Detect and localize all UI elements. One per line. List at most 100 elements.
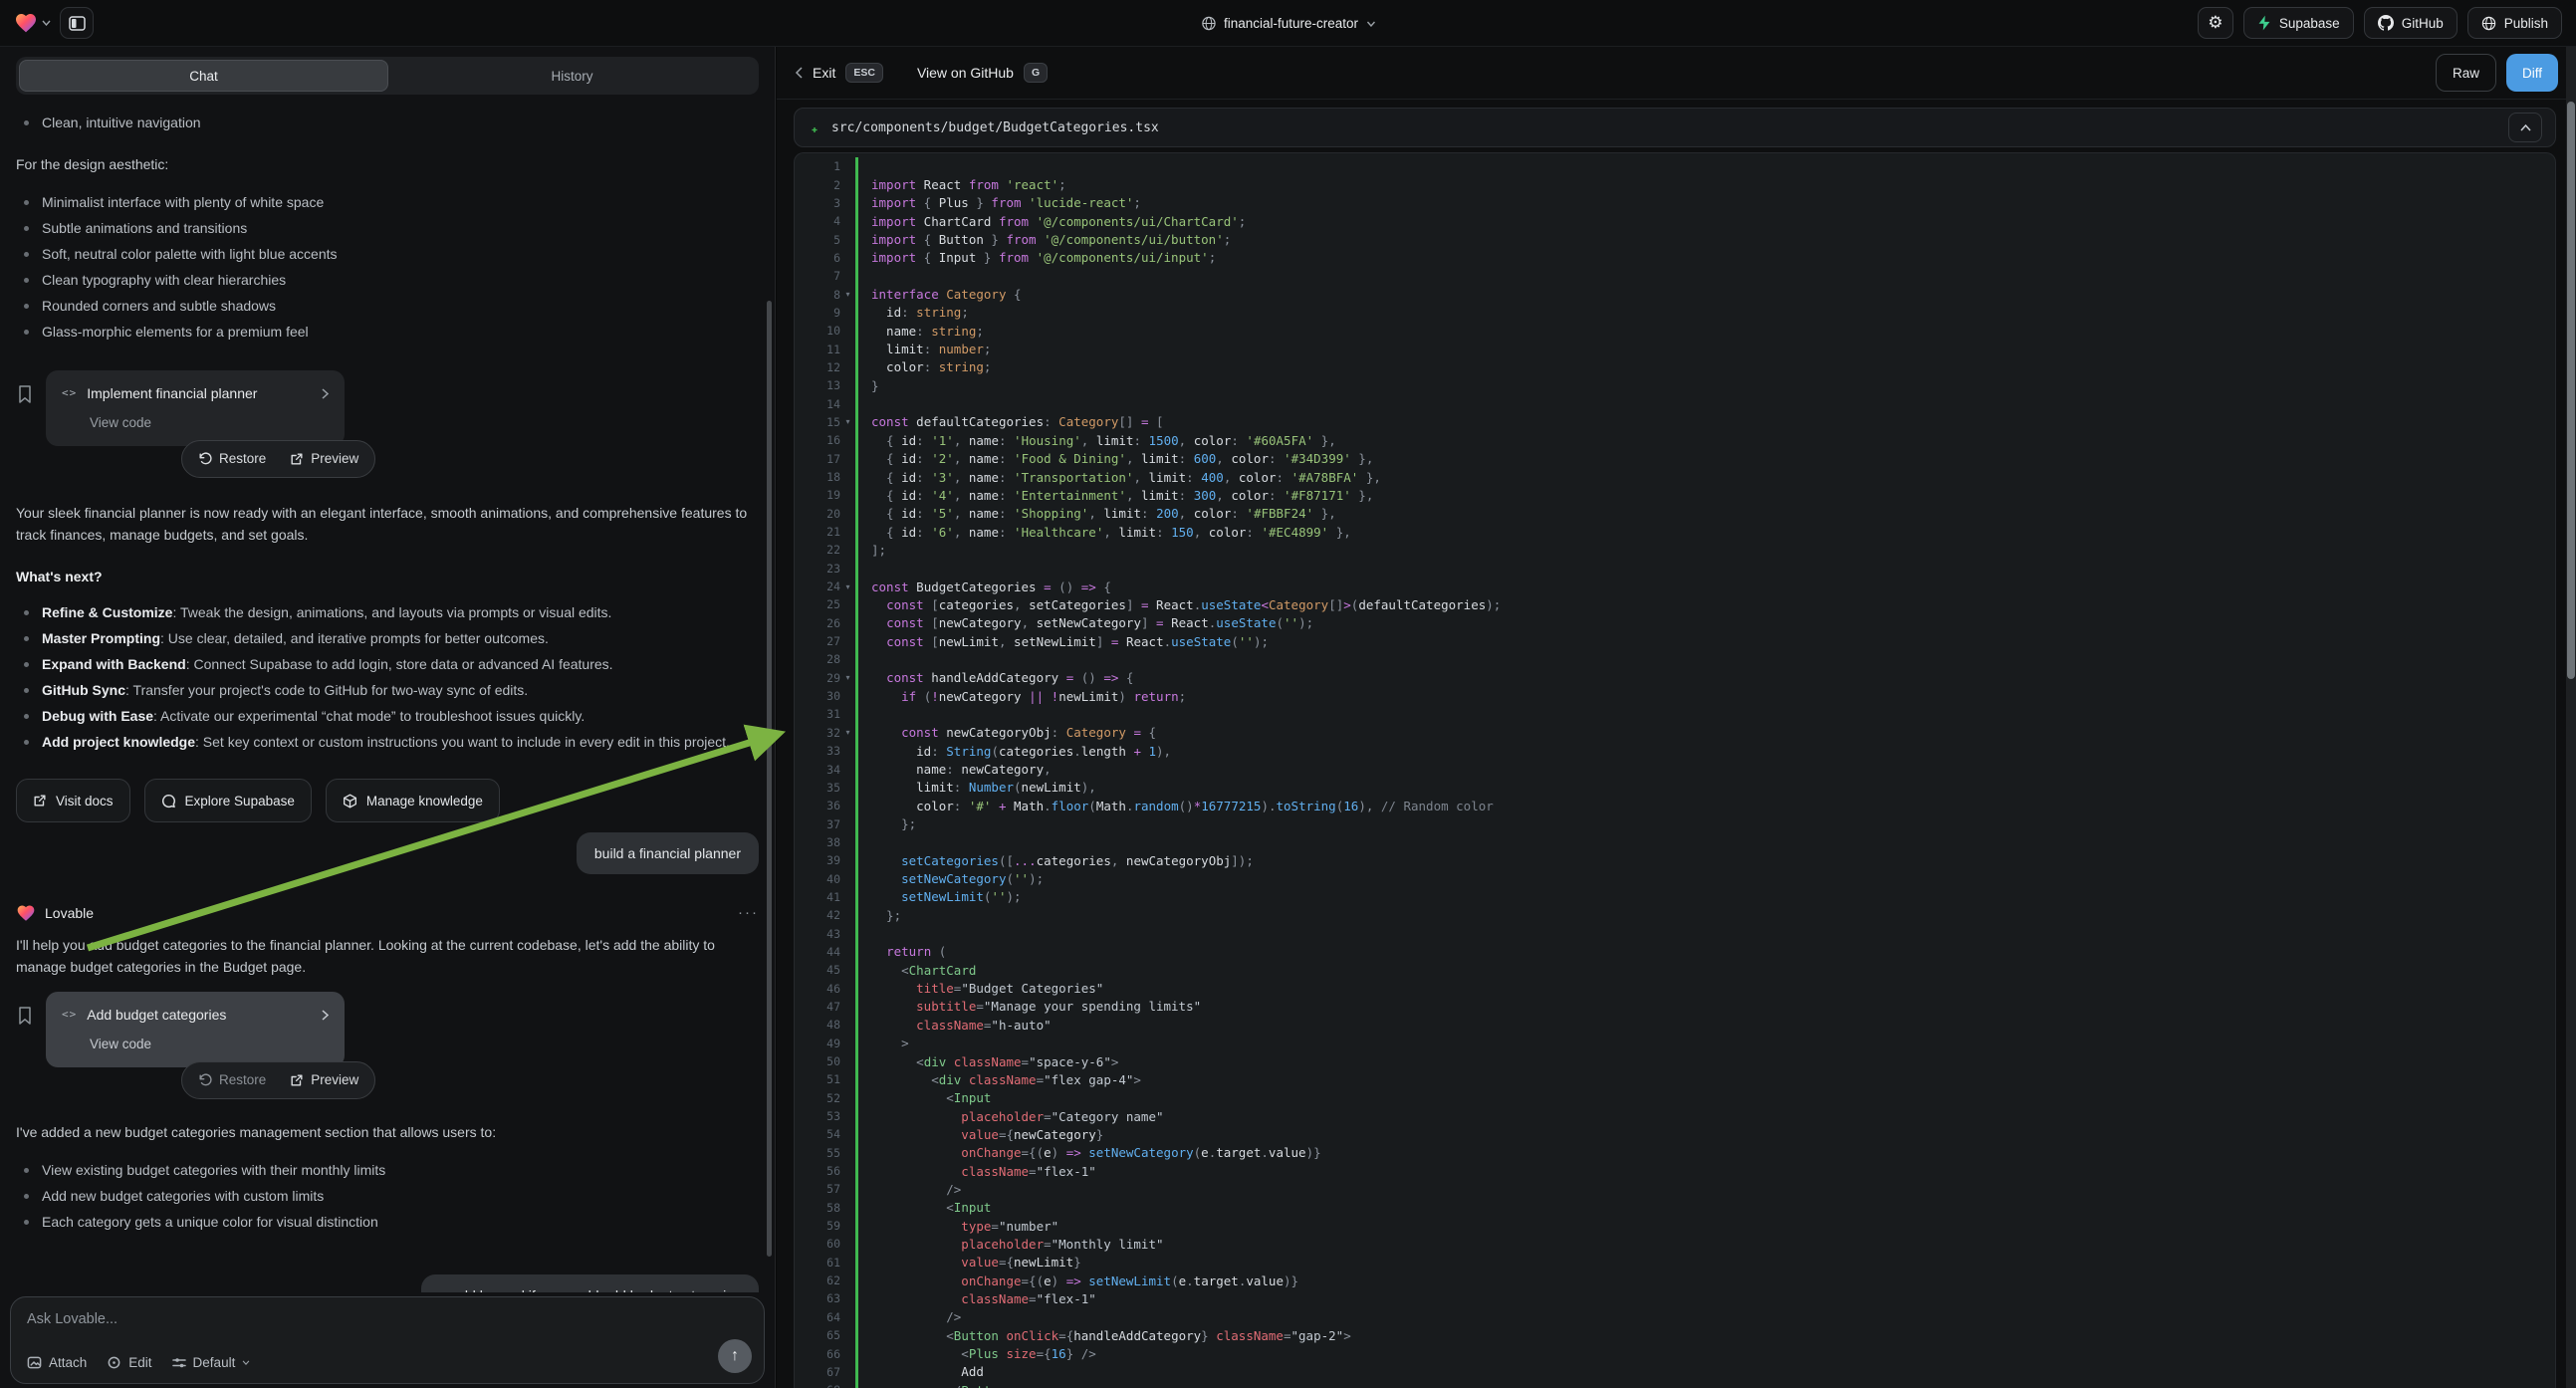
preview-button[interactable]: Preview <box>290 448 358 470</box>
added-file-icon <box>808 119 821 136</box>
bookmark-icon <box>16 384 34 404</box>
arrow-up-icon: ↑ <box>731 1347 739 1365</box>
gear-icon: ⚙ <box>2208 13 2223 33</box>
code-line: 10 name: string; <box>795 322 2555 340</box>
code-line: 51 <div className="flex gap-4"> <box>795 1070 2555 1088</box>
panel-toggle-icon <box>69 16 86 31</box>
project-name: financial-future-creator <box>1224 16 1358 31</box>
version-card-implement-financial-planner[interactable]: <> Implement financial planner View code <box>46 370 345 446</box>
bullet-item: Rounded corners and subtle shadows <box>16 293 759 319</box>
project-switcher[interactable]: financial-future-creator <box>1201 0 1375 47</box>
code-line: 15▾const defaultCategories: Category[] =… <box>795 413 2555 431</box>
chat-history-tabs: Chat History <box>16 57 759 95</box>
bullet-item: Glass-morphic elements for a premium fee… <box>16 319 759 345</box>
code-line: 59 type="number" <box>795 1217 2555 1235</box>
bullet-item: View existing budget categories with the… <box>16 1157 759 1183</box>
composer[interactable]: Ask Lovable... Attach Edit <box>10 1296 765 1384</box>
chevron-right-icon <box>322 1010 329 1021</box>
user-message: would be cool if you could add budget ca… <box>421 1274 759 1292</box>
send-button[interactable]: ↑ <box>718 1339 752 1373</box>
version-card-title: Add budget categories <box>87 1004 226 1026</box>
attach-button[interactable]: Attach <box>27 1355 87 1370</box>
code-line: 33 id: String(categories.length + 1), <box>795 742 2555 760</box>
manage-knowledge-label: Manage knowledge <box>366 794 483 809</box>
edit-button-label: Edit <box>128 1355 151 1370</box>
supabase-icon <box>2257 15 2271 31</box>
restore-button[interactable]: Restore <box>198 448 266 470</box>
code-line: 37 }; <box>795 814 2555 832</box>
window-scrollbar-thumb[interactable] <box>2567 102 2575 679</box>
publish-button[interactable]: Publish <box>2467 7 2562 39</box>
explore-supabase-button[interactable]: Explore Supabase <box>144 779 312 822</box>
version-card-add-budget-categories[interactable]: <> Add budget categories View code <box>46 992 345 1067</box>
code-line: 12 color: string; <box>795 358 2555 376</box>
code-line: 35 limit: Number(newLimit), <box>795 779 2555 797</box>
exit-button[interactable]: Exit <box>813 65 835 81</box>
restore-button-label: Restore <box>219 448 266 470</box>
code-line: 54 value={newCategory} <box>795 1125 2555 1143</box>
code-line: 8▾interface Category { <box>795 285 2555 303</box>
code-line: 13} <box>795 376 2555 394</box>
publish-button-label: Publish <box>2504 16 2548 31</box>
code-line: 19 { id: '4', name: 'Entertainment', lim… <box>795 486 2555 504</box>
whats-next-heading: What's next? <box>16 566 759 587</box>
code-line: 36 color: '#' + Math.floor(Math.random()… <box>795 797 2555 814</box>
code-line: 65 <Button onClick={handleAddCategory} c… <box>795 1326 2555 1344</box>
globe-icon <box>1201 16 1216 31</box>
bullet-item: Master Prompting: Use clear, detailed, a… <box>16 625 759 651</box>
code-line: 18 { id: '3', name: 'Transportation', li… <box>795 468 2555 486</box>
settings-button[interactable]: ⚙ <box>2198 7 2233 39</box>
restore-button[interactable]: Restore <box>198 1069 266 1091</box>
design-bullet-list: Minimalist interface with plenty of whit… <box>16 189 759 345</box>
chevron-left-icon <box>795 67 803 79</box>
more-options-icon[interactable]: ··· <box>738 902 759 924</box>
restore-icon <box>198 1073 212 1087</box>
tab-chat[interactable]: Chat <box>19 60 388 92</box>
bullet-item: Expand with Backend: Connect Supabase to… <box>16 651 759 677</box>
bullet-item: Minimalist interface with plenty of whit… <box>16 189 759 215</box>
lovable-heart-icon <box>14 11 38 35</box>
version-card-title: Implement financial planner <box>87 382 257 404</box>
view-on-github-button[interactable]: View on GitHub <box>917 65 1014 81</box>
code-line: 45 <ChartCard <box>795 961 2555 979</box>
assistant-paragraph: I'll help you add budget categories to t… <box>16 934 755 978</box>
attach-button-label: Attach <box>49 1355 87 1370</box>
file-path-bar[interactable]: src/components/budget/BudgetCategories.t… <box>794 108 2556 147</box>
user-message: build a financial planner <box>577 832 759 874</box>
tab-history[interactable]: History <box>388 60 756 92</box>
lovable-logo-menu[interactable] <box>14 11 51 35</box>
bullet-item: Soft, neutral color palette with light b… <box>16 241 759 267</box>
composer-input[interactable]: Ask Lovable... <box>27 1311 748 1327</box>
diff-button[interactable]: Diff <box>2506 54 2558 92</box>
view-code-link[interactable]: View code <box>90 1034 329 1055</box>
code-line-container: 12import React from 'react';3import { Pl… <box>795 157 2555 1388</box>
external-link-icon <box>33 794 47 808</box>
edit-button[interactable]: Edit <box>107 1355 151 1370</box>
visit-docs-button[interactable]: Visit docs <box>16 779 130 822</box>
bullet-item: Add new budget categories with custom li… <box>16 1183 759 1209</box>
bullet-item: Clean, intuitive navigation <box>16 110 759 135</box>
chevron-right-icon <box>322 388 329 399</box>
preview-button[interactable]: Preview <box>290 1069 358 1091</box>
design-heading: For the design aesthetic: <box>16 153 755 175</box>
code-editor[interactable]: 12import React from 'react';3import { Pl… <box>794 152 2556 1388</box>
attach-image-icon <box>27 1355 42 1370</box>
explore-supabase-label: Explore Supabase <box>185 794 295 809</box>
chat-scrollbar[interactable] <box>767 301 772 1257</box>
view-code-link[interactable]: View code <box>90 412 329 434</box>
raw-button[interactable]: Raw <box>2436 54 2496 92</box>
code-line: 5import { Button } from '@/components/ui… <box>795 230 2555 248</box>
supabase-button[interactable]: Supabase <box>2243 7 2354 39</box>
sidebar-toggle-button[interactable] <box>60 7 94 39</box>
manage-knowledge-button[interactable]: Manage knowledge <box>326 779 500 822</box>
github-button[interactable]: GitHub <box>2364 7 2458 39</box>
code-line: 58 <Input <box>795 1199 2555 1217</box>
quick-actions-row: Visit docs Explore Supabase Manage knowl… <box>16 779 759 822</box>
code-toolbar: Exit ESC View on GitHub G Raw Diff <box>777 47 2576 100</box>
bullet-item: Clean typography with clear hierarchies <box>16 267 759 293</box>
mode-selector[interactable]: Default <box>172 1355 251 1370</box>
file-path: src/components/budget/BudgetCategories.t… <box>831 120 1159 135</box>
collapse-file-button[interactable] <box>2508 113 2542 142</box>
code-line: 17 { id: '2', name: 'Food & Dining', lim… <box>795 450 2555 468</box>
code-line: 50 <div className="space-y-6"> <box>795 1052 2555 1070</box>
